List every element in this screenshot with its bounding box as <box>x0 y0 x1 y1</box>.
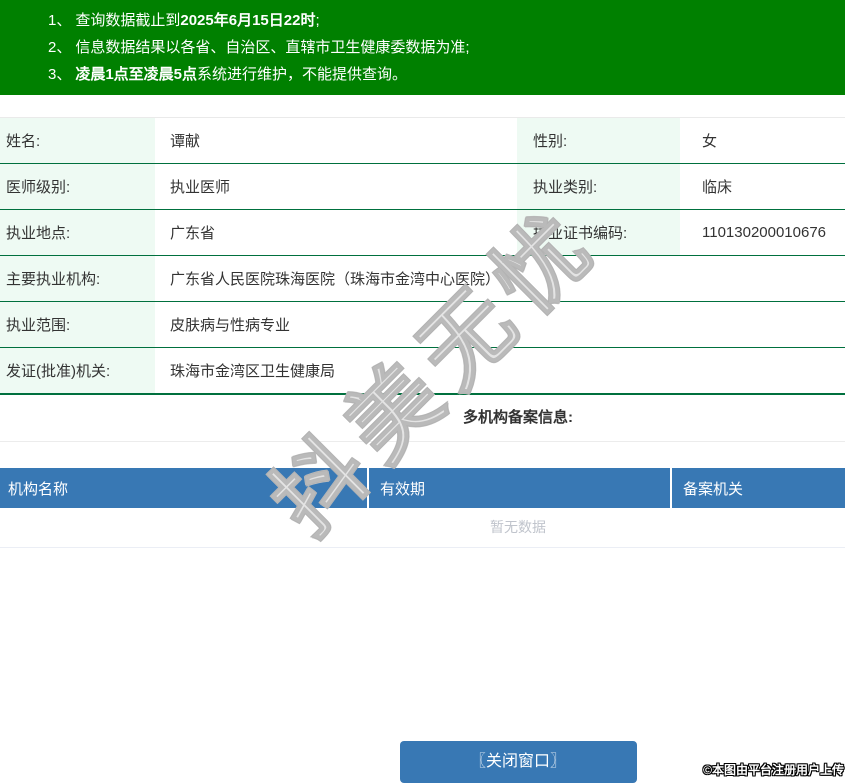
notice-line-2-number: 2、 <box>48 39 72 56</box>
name-label: 姓名: <box>0 118 155 163</box>
practice-location-value: 广东省 <box>170 225 216 242</box>
records-header-row: 机构名称 有效期 备案机关 <box>0 468 845 508</box>
certificate-number-value: 110130200010676 <box>702 224 827 241</box>
notice-banner: 1、 查询数据截止到2025年6月15日22时; 2、 信息数据结果以各省、自治区、… <box>0 0 845 95</box>
practice-scope-label: 执业范围: <box>0 302 155 347</box>
main-organization-value: 广东省人民医院珠海医院（珠海市金湾中心医院） <box>170 271 501 288</box>
notice-line-1: 1、 查询数据截止到2025年6月15日22时; <box>48 7 845 34</box>
notice-line-3: 3、 凌晨1点至凌晨5点系统进行维护，不能提供查询。 <box>48 61 845 88</box>
records-header-organization: 机构名称 <box>8 480 69 498</box>
table-row: 执业地点: 广东省 执业证书编码: 110130200010676 <box>0 210 845 256</box>
table-row: 姓名: 谭献 性别: 女 <box>0 118 845 164</box>
notice-line-2: 2、 信息数据结果以各省、自治区、直辖市卫生健康委数据为准; <box>48 34 845 61</box>
notice-line-1-text: 查询数据截止到 <box>75 12 181 29</box>
notice-line-3-suffix: 系统进行维护，不能提供查询。 <box>197 66 408 83</box>
records-header-authority: 备案机关 <box>670 468 845 508</box>
notice-line-1-bold: 2025年6月15日22时 <box>180 12 316 29</box>
practice-category-value: 临床 <box>702 179 733 196</box>
doctor-level-label: 医师级别: <box>0 164 155 209</box>
table-row: 执业范围: 皮肤病与性病专业 <box>0 302 845 348</box>
gender-value: 女 <box>702 133 718 150</box>
table-row: 医师级别: 执业医师 执业类别: 临床 <box>0 164 845 210</box>
issuing-authority-value: 珠海市金湾区卫生健康局 <box>170 363 336 380</box>
doctor-info-table: 姓名: 谭献 性别: 女 医师级别: 执业医师 执业类别: 临床 执业地点: 广… <box>0 117 845 395</box>
notice-line-3-bold: 凌晨1点至凌晨5点 <box>75 66 198 83</box>
page: 1、 查询数据截止到2025年6月15日22时; 2、 信息数据结果以各省、自治区、… <box>0 0 845 783</box>
table-row: 主要执业机构: 广东省人民医院珠海医院（珠海市金湾中心医院） <box>0 256 845 302</box>
certificate-number-label: 执业证书编码: <box>517 210 680 255</box>
issuing-authority-label: 发证(批准)机关: <box>0 348 155 393</box>
notice-line-1-number: 1、 <box>48 12 72 29</box>
table-row: 发证(批准)机关: 珠海市金湾区卫生健康局 <box>0 348 845 395</box>
notice-line-3-number: 3、 <box>48 66 72 83</box>
doctor-level-value: 执业医师 <box>170 179 231 196</box>
records-header-validity: 有效期 <box>367 468 670 508</box>
main-organization-label: 主要执业机构: <box>0 256 155 301</box>
notice-line-1-suffix: ; <box>315 12 320 29</box>
multi-org-section-title: 多机构备案信息: <box>0 395 845 442</box>
multi-org-records-table: 机构名称 有效期 备案机关 暂无数据 <box>0 468 845 548</box>
practice-category-label: 执业类别: <box>517 164 680 209</box>
gender-label: 性别: <box>517 118 680 163</box>
notice-line-2-text: 信息数据结果以各省、自治区、直辖市卫生健康委数据为准; <box>75 39 470 56</box>
name-value: 谭献 <box>170 133 201 150</box>
practice-scope-value: 皮肤病与性病专业 <box>170 317 291 334</box>
close-window-button[interactable]: 〖关闭窗口〗 <box>399 741 637 783</box>
practice-location-label: 执业地点: <box>0 210 155 255</box>
empty-data-text: 暂无数据 <box>0 508 845 548</box>
